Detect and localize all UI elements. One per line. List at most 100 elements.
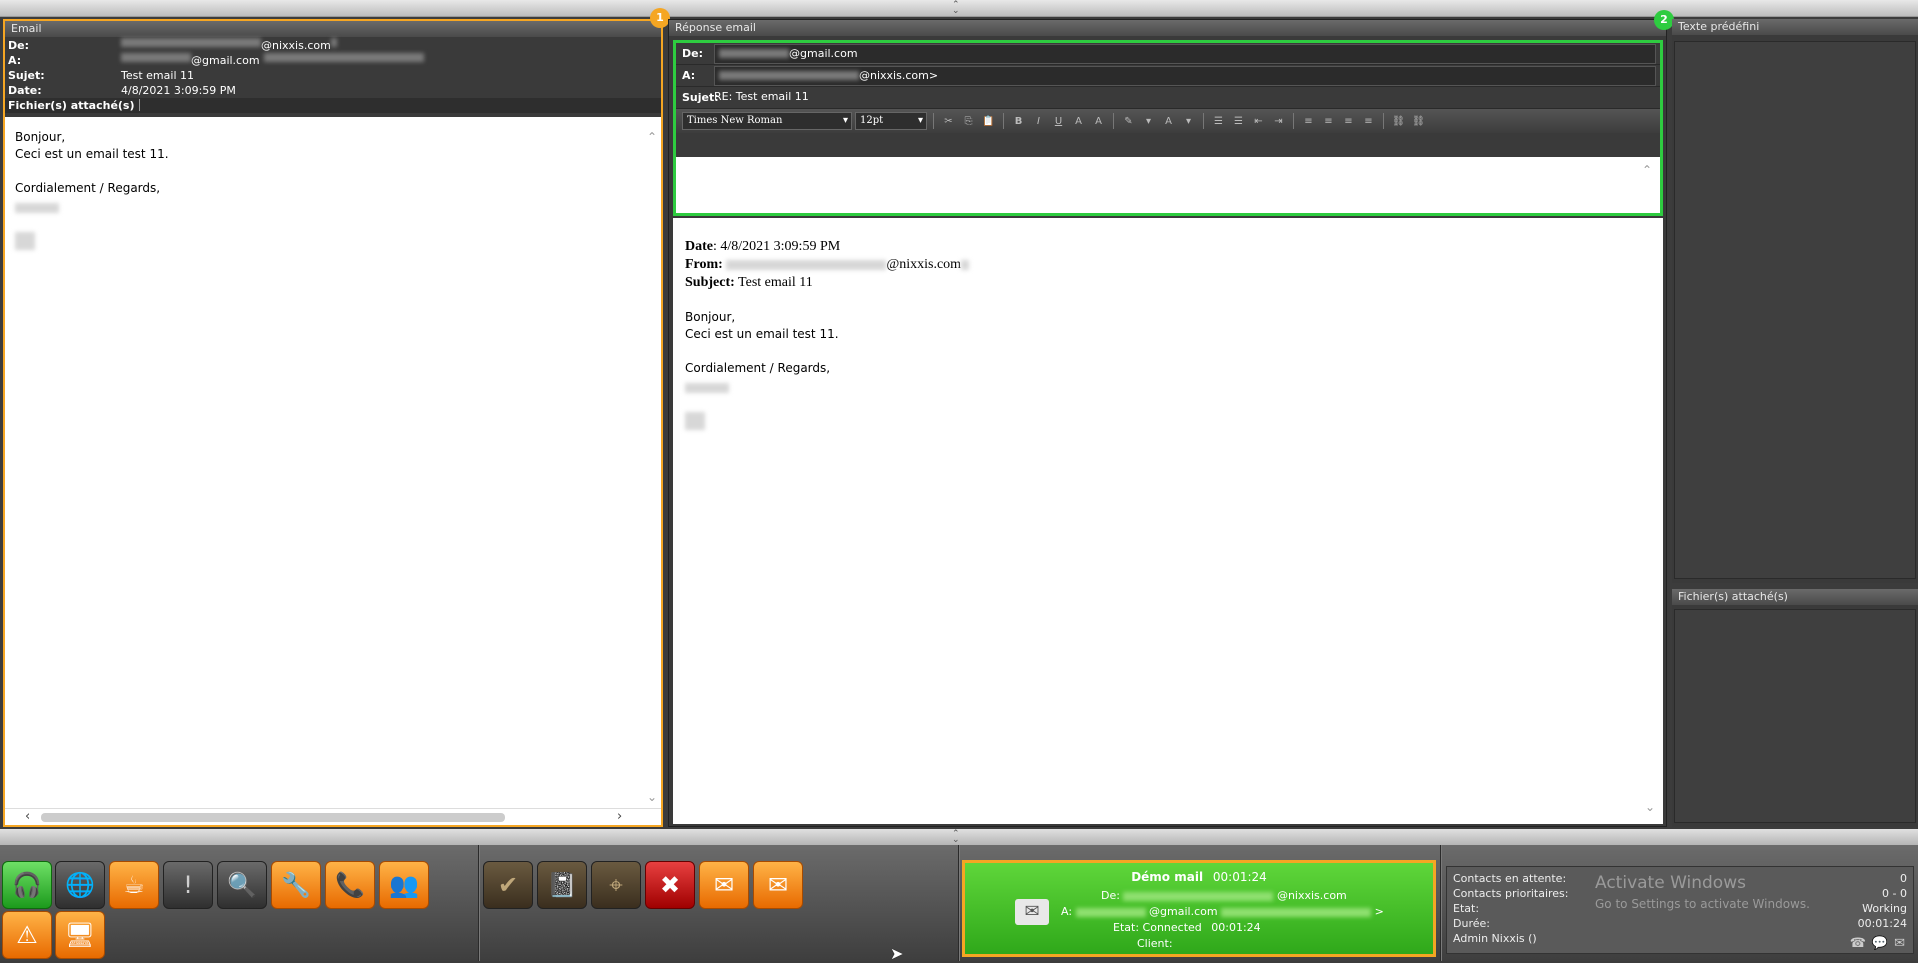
warning-icon[interactable]: ⚠ xyxy=(2,911,52,959)
predefined-text-list[interactable] xyxy=(1674,41,1916,579)
align-right-icon[interactable]: ≡ xyxy=(1340,113,1357,130)
add-call-icon[interactable]: 📞 xyxy=(325,861,375,909)
paste-icon[interactable]: 📋 xyxy=(980,113,997,130)
reply-from-row: De: @gmail.com xyxy=(676,43,1660,65)
email-panel-badge: 1 xyxy=(650,8,670,28)
reply-subject-field[interactable]: RE: Test email 11 xyxy=(710,88,1656,108)
indent-icon[interactable]: ⇥ xyxy=(1270,113,1287,130)
alert-icon[interactable]: ! xyxy=(163,861,213,909)
scroll-thumb[interactable] xyxy=(41,813,505,822)
bullet-list-icon[interactable]: ☰ xyxy=(1230,113,1247,130)
contact-title: Démo mail xyxy=(1131,870,1204,884)
font-size-select[interactable]: 12pt ▾ xyxy=(855,112,927,130)
screen-icon[interactable]: 🖥 xyxy=(55,911,105,959)
contacts-icon[interactable]: 👥 xyxy=(379,861,429,909)
redacted-block xyxy=(719,49,789,58)
email-to-row: A: @gmail.com xyxy=(5,53,661,68)
scroll-right-icon[interactable]: › xyxy=(617,809,622,824)
font-shrink-icon[interactable]: A xyxy=(1090,113,1107,130)
reply-to-field[interactable]: @nixxis.com> xyxy=(714,65,1656,86)
font-grow-icon[interactable]: A xyxy=(1070,113,1087,130)
activation-watermark-title: Activate Windows xyxy=(1595,873,1746,893)
align-left-icon[interactable]: ≡ xyxy=(1300,113,1317,130)
bold-icon[interactable]: B xyxy=(1010,113,1027,130)
numbered-list-icon[interactable]: ☰ xyxy=(1210,113,1227,130)
redacted-block xyxy=(961,259,970,270)
redacted-block xyxy=(1075,907,1146,917)
active-contact-card[interactable]: Démo mail 00:01:24 ✉ De: @nixxis.com A: … xyxy=(962,860,1436,957)
splitter-grip-icon[interactable]: ⌃ ⌄ xyxy=(952,830,960,845)
link-icon[interactable]: ⛓ xyxy=(1390,113,1407,130)
attachments-panel: Fichier(s) attaché(s) xyxy=(1672,589,1918,827)
align-center-icon[interactable]: ≡ xyxy=(1320,113,1337,130)
cut-icon[interactable]: ✂ xyxy=(940,113,957,130)
reply-panel: Réponse email De: @gmail.com A: @nixxis.… xyxy=(668,19,1667,827)
stat-duration: Durée: 00:01:24 xyxy=(1453,917,1907,930)
email-date-value: 4/8/2021 3:09:59 PM xyxy=(121,84,236,97)
unlink-icon[interactable]: ⛓ xyxy=(1410,113,1427,130)
reply-subject-row: Sujet: RE: Test email 11 xyxy=(676,87,1660,109)
scroll-left-icon[interactable]: ‹ xyxy=(25,809,30,824)
notebook-icon[interactable]: 📓 xyxy=(537,861,587,909)
email-panel: Email De: @nixxis.com A: @gmail.com Suje… xyxy=(3,19,663,827)
attachments-list[interactable] xyxy=(1674,609,1916,823)
coffee-break-icon[interactable]: ☕ xyxy=(109,861,159,909)
italic-icon[interactable]: I xyxy=(1030,113,1047,130)
email-panel-title: Email xyxy=(5,21,661,37)
qualification-icon[interactable]: ✔ xyxy=(483,861,533,909)
contact-timer: 00:01:24 xyxy=(1212,870,1267,884)
mail-send-icon[interactable]: ✉ xyxy=(753,861,803,909)
redacted-block xyxy=(1221,907,1372,917)
reply-from-field[interactable]: @gmail.com xyxy=(714,43,1656,64)
scroll-up-icon[interactable]: ⌃ xyxy=(1642,163,1652,177)
reply-compose-frame: De: @gmail.com A: @nixxis.com> Sujet: RE… xyxy=(673,40,1663,216)
scroll-up-icon[interactable]: ⌃ xyxy=(647,129,657,146)
stat-agent: Admin Nixxis () xyxy=(1453,932,1537,945)
mail-icon: ✉ xyxy=(1015,899,1049,925)
headset-icon[interactable]: 🎧 xyxy=(2,861,52,909)
redacted-image xyxy=(685,412,705,430)
copy-icon[interactable]: ⎘ xyxy=(960,113,977,130)
mouse-cursor-icon: ➤ xyxy=(890,944,904,963)
email-to-value: @gmail.com xyxy=(191,54,260,67)
reply-to-row: A: @nixxis.com> xyxy=(676,65,1660,87)
predefined-text-title: Texte prédéfini xyxy=(1672,19,1918,35)
reply-panel-title: Réponse email xyxy=(669,20,1666,36)
close-script-icon[interactable]: ✖ xyxy=(645,861,695,909)
search-icon[interactable]: 🔍 xyxy=(217,861,267,909)
redacted-block xyxy=(330,38,337,47)
email-body[interactable]: Bonjour, Ceci est un email test 11. Cord… xyxy=(5,117,661,810)
email-subject-row: Sujet: Test email 11 xyxy=(8,69,194,82)
phone-icon: ☎ xyxy=(1849,936,1866,951)
chevron-down-icon[interactable]: ▾ xyxy=(1140,113,1157,130)
predefined-text-panel: Texte prédéfini xyxy=(1672,19,1918,583)
reply-editor[interactable]: ⌃ xyxy=(676,157,1660,213)
splitter-grip-icon[interactable]: ⌃ ⌄ xyxy=(952,1,960,16)
email-from-value: @nixxis.com xyxy=(261,39,331,52)
chevron-down-icon[interactable]: ▾ xyxy=(1180,113,1197,130)
reply-quoted-area[interactable]: Date: 4/8/2021 3:09:59 PM From: @nixxis.… xyxy=(673,218,1663,824)
outdent-icon[interactable]: ⇤ xyxy=(1250,113,1267,130)
redacted-image xyxy=(15,232,35,250)
font-color-icon[interactable]: A xyxy=(1160,113,1177,130)
email-hscrollbar[interactable]: ‹ › xyxy=(5,808,661,825)
target-icon[interactable]: ⌖ xyxy=(591,861,641,909)
underline-icon[interactable]: U xyxy=(1050,113,1067,130)
redacted-block xyxy=(685,382,729,393)
scroll-down-icon[interactable]: ⌄ xyxy=(1645,800,1655,814)
highlight-icon[interactable]: ✎ xyxy=(1120,113,1137,130)
tools-icon[interactable]: 🔧 xyxy=(271,861,321,909)
redacted-block xyxy=(726,259,887,270)
globe-icon[interactable]: 🌐 xyxy=(55,861,105,909)
chevron-down-icon: ▾ xyxy=(842,115,848,126)
mail-icon: ✉ xyxy=(1894,936,1905,951)
redacted-block xyxy=(121,53,191,62)
font-family-select[interactable]: Times New Roman ▾ xyxy=(682,112,852,130)
attachments-panel-title: Fichier(s) attaché(s) xyxy=(1672,589,1918,605)
reply-panel-badge: 2 xyxy=(1654,10,1674,30)
chat-icon: 💬 xyxy=(1871,936,1889,951)
mail-forward-icon[interactable]: ✉ xyxy=(699,861,749,909)
scroll-down-icon[interactable]: ⌄ xyxy=(647,789,657,806)
align-justify-icon[interactable]: ≡ xyxy=(1360,113,1377,130)
email-attachments-row: Fichier(s) attaché(s) xyxy=(5,98,661,113)
